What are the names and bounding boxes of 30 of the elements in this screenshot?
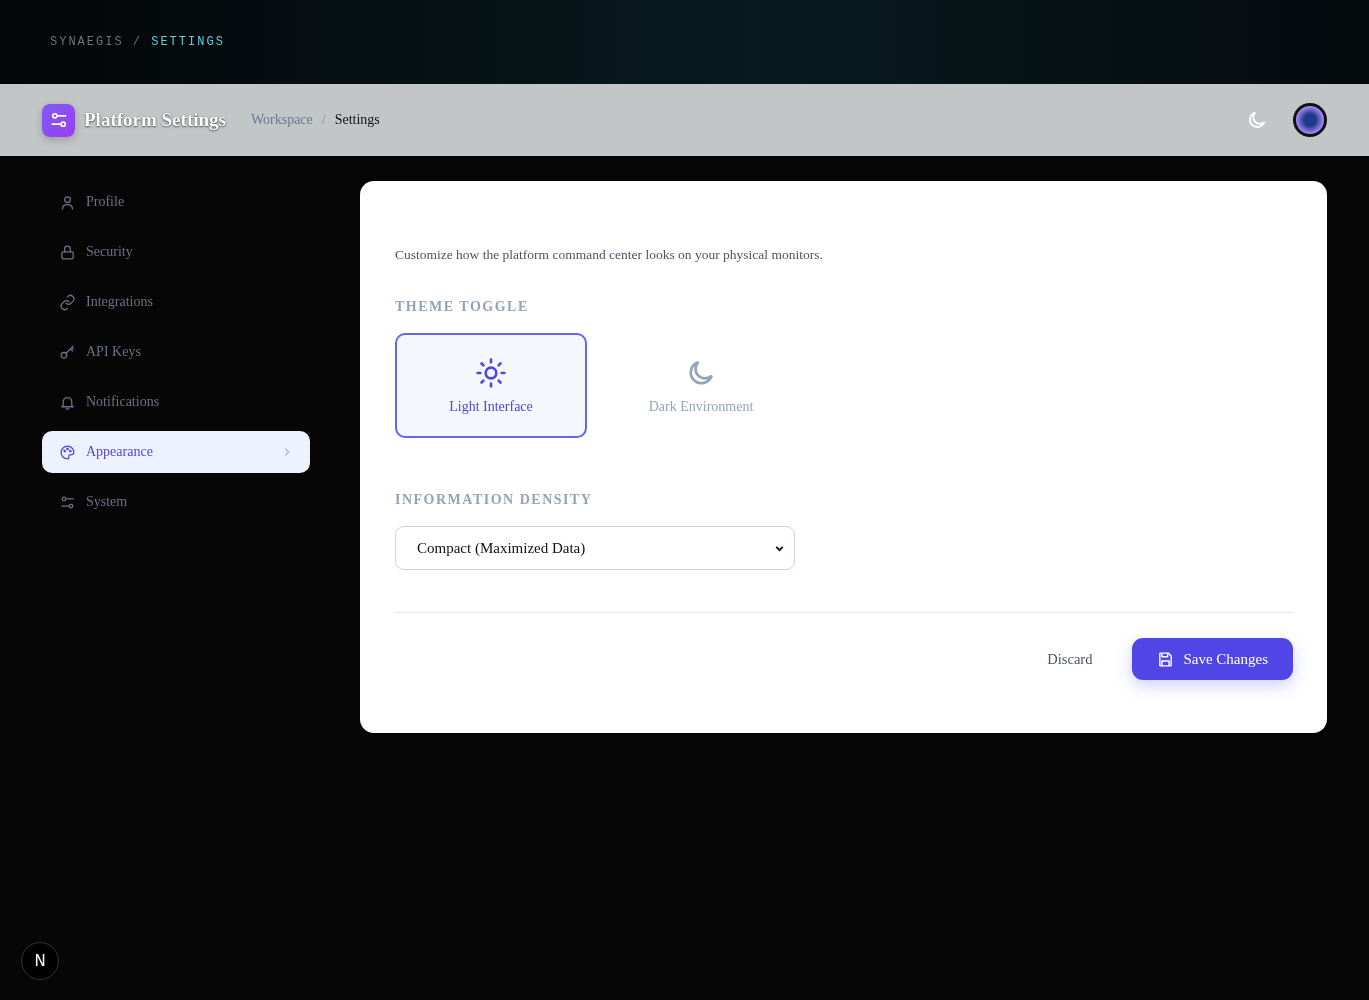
person-icon — [59, 193, 76, 211]
breadcrumb-link[interactable]: Settings — [334, 112, 380, 128]
avatar[interactable] — [1293, 103, 1327, 137]
density-select[interactable]: Compact (Maximized Data) — [395, 526, 795, 570]
link-icon — [59, 293, 76, 311]
sun-icon — [475, 356, 507, 389]
section-heading: INFORMATION DENSITY — [395, 492, 594, 508]
page-title: Platform Settings — [84, 109, 226, 131]
theme-option[interactable]: Light Interface — [395, 333, 587, 438]
lock-icon — [59, 243, 76, 261]
save-icon — [1157, 650, 1175, 668]
theme-option[interactable]: Dark Environment — [605, 333, 797, 438]
sidebar-item[interactable]: System — [42, 481, 310, 523]
section-heading: THEME TOGGLE — [395, 299, 530, 315]
sidebar-item[interactable]: Appearance — [42, 431, 310, 473]
sidebar-item[interactable]: Security — [42, 231, 310, 273]
save-button[interactable]: Save Changes — [1132, 638, 1293, 680]
sidebar-item[interactable]: API Keys — [42, 331, 310, 373]
breadcrumb-separator: / — [321, 112, 326, 128]
dev-badge[interactable]: N — [21, 942, 59, 980]
sliders-icon — [42, 103, 75, 137]
key-icon — [59, 343, 76, 361]
sidebar-item[interactable]: Integrations — [42, 281, 310, 323]
top-breadcrumb: SYNAEGIS / SETTINGS — [50, 35, 225, 49]
description-text: Customize how the platform command center looks on your physical monitors. — [395, 247, 824, 263]
sidebar-item[interactable]: Profile — [42, 181, 310, 223]
breadcrumb-link[interactable]: Workspace — [250, 112, 313, 128]
palette-icon — [59, 443, 76, 461]
discard-button[interactable]: Discard — [1041, 649, 1099, 669]
sidebar-item[interactable]: Notifications — [42, 381, 310, 423]
